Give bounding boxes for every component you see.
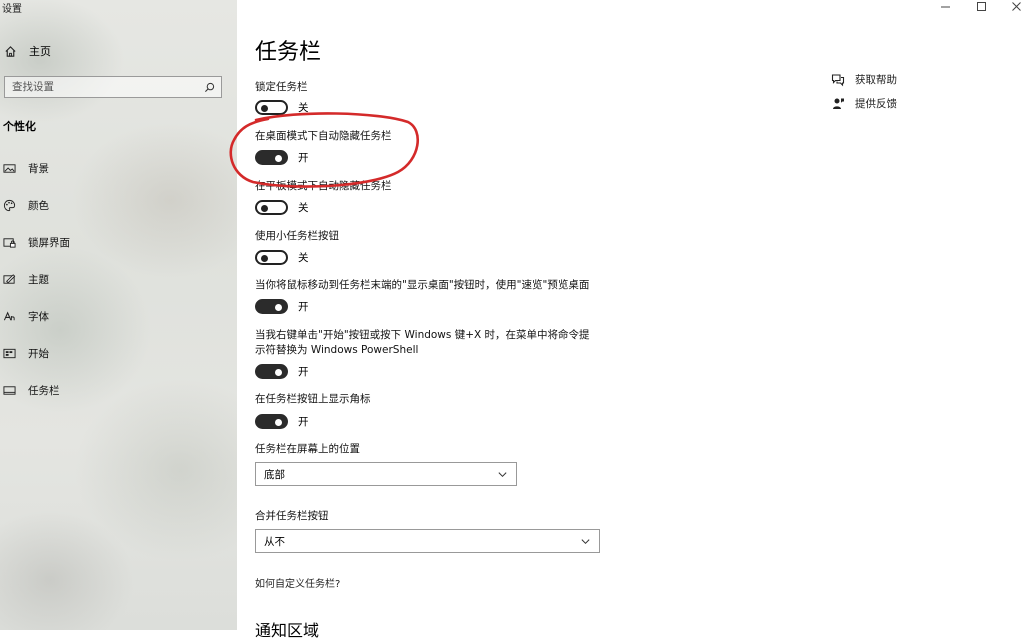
search-input[interactable] (12, 81, 192, 93)
position-dropdown[interactable]: 底部 (255, 462, 517, 486)
palette-icon (3, 199, 16, 212)
chevron-down-icon (498, 471, 507, 477)
toggle-switch-lock-taskbar[interactable] (255, 100, 288, 115)
maximize-button[interactable] (976, 1, 987, 15)
toggle-row-lock-taskbar: 关 (255, 100, 309, 115)
sidebar-item-lockscreen[interactable]: 锁屏界面 (3, 235, 70, 250)
toggle-state-label: 关 (298, 252, 309, 264)
sidebar-item-label: 主题 (28, 274, 49, 286)
sidebar-item-taskbar[interactable]: 任务栏 (3, 383, 60, 398)
theme-icon (3, 274, 16, 284)
feedback-link[interactable]: 提供反馈 (831, 96, 897, 111)
close-button[interactable] (1011, 1, 1022, 15)
setting-label-line: 示符替换为 Windows PowerShell (255, 344, 419, 356)
setting-label-position: 任务栏在屏幕上的位置 (255, 443, 360, 455)
toggle-switch-autohide-desktop[interactable] (255, 150, 288, 165)
toggle-row-autohide-desktop: 开 (255, 150, 309, 165)
help-chat-icon (831, 73, 845, 86)
sidebar-item-label: 背景 (28, 163, 49, 175)
toggle-row-peek: 开 (255, 299, 309, 314)
taskbar-icon (3, 386, 16, 395)
get-help-label: 获取帮助 (855, 74, 897, 86)
feedback-icon (833, 98, 844, 109)
customize-taskbar-link[interactable]: 如何自定义任务栏? (255, 575, 340, 590)
sidebar-item-themes[interactable]: 主题 (3, 272, 49, 287)
toggle-state-label: 开 (298, 416, 309, 428)
setting-label-small-buttons: 使用小任务栏按钮 (255, 230, 339, 242)
home-icon (5, 45, 16, 57)
feedback-label: 提供反馈 (855, 98, 897, 110)
app-title: 设置 (2, 4, 22, 15)
lockscreen-icon (3, 238, 16, 248)
sidebar-item-label: 开始 (28, 348, 49, 360)
sidebar-item-label: 颜色 (28, 200, 49, 212)
section-title-notification-area: 通知区域 (255, 621, 320, 640)
setting-label-peek: 当你将鼠标移动到任务栏末端的"显示桌面"按钮时，使用"速览"预览桌面 (255, 279, 590, 291)
sidebar-item-label: 任务栏 (28, 385, 60, 397)
toggle-switch-peek[interactable] (255, 299, 288, 314)
toggle-state-label: 开 (298, 152, 309, 164)
sidebar-item-fonts[interactable]: 字体 (3, 309, 49, 324)
setting-label-combine: 合并任务栏按钮 (255, 510, 329, 522)
toggle-row-small-buttons: 关 (255, 250, 309, 265)
close-icon (1012, 2, 1021, 11)
toggle-state-label: 开 (298, 301, 309, 313)
setting-label-powershell: 当我右键单击"开始"按钮或按下 Windows 键+X 时，在菜单中将命令提 示… (255, 328, 590, 358)
sidebar-item-background[interactable]: 背景 (3, 161, 49, 176)
toggle-switch-small-buttons[interactable] (255, 250, 288, 265)
section-label-personalization: 个性化 (3, 120, 36, 133)
setting-label-autohide-tablet: 在平板模式下自动隐藏任务栏 (255, 180, 392, 192)
sidebar-home-label: 主页 (29, 45, 51, 58)
get-help-link[interactable]: 获取帮助 (831, 72, 897, 87)
toggle-row-autohide-tablet: 关 (255, 200, 309, 215)
setting-label-badges: 在任务栏按钮上显示角标 (255, 393, 371, 405)
page-title: 任务栏 (255, 40, 322, 65)
toggle-row-powershell: 开 (255, 364, 309, 379)
sidebar-home[interactable]: 主页 (4, 43, 51, 59)
sidebar-item-start[interactable]: 开始 (3, 346, 49, 361)
setting-label-lock-taskbar: 锁定任务栏 (255, 81, 308, 93)
minimize-button[interactable] (940, 1, 951, 15)
search-icon[interactable] (204, 82, 215, 93)
font-icon (3, 311, 15, 321)
chevron-down-icon (581, 538, 590, 544)
sidebar-item-label: 锁屏界面 (28, 237, 70, 249)
sidebar-item-colors[interactable]: 颜色 (3, 198, 49, 213)
position-dropdown-value: 底部 (264, 468, 285, 481)
setting-label-autohide-desktop: 在桌面模式下自动隐藏任务栏 (255, 130, 392, 142)
toggle-switch-badges[interactable] (255, 414, 288, 429)
minimize-icon (941, 6, 950, 8)
sidebar-item-label: 字体 (28, 311, 49, 323)
toggle-state-label: 关 (298, 202, 309, 214)
toggle-row-badges: 开 (255, 414, 309, 429)
toggle-state-label: 关 (298, 102, 309, 114)
search-box[interactable] (4, 76, 222, 98)
setting-label-line: 当我右键单击"开始"按钮或按下 Windows 键+X 时，在菜单中将命令提 (255, 329, 590, 341)
toggle-switch-powershell[interactable] (255, 364, 288, 379)
sidebar: 设置 主页 个性化 背景 颜色 锁屏界面 主题 字体 开始 任务栏 (0, 0, 237, 630)
start-icon (3, 348, 16, 359)
picture-icon (3, 164, 16, 173)
toggle-state-label: 开 (298, 366, 309, 378)
combine-dropdown-value: 从不 (264, 535, 285, 548)
maximize-icon (977, 2, 986, 11)
toggle-switch-autohide-tablet[interactable] (255, 200, 288, 215)
combine-dropdown[interactable]: 从不 (255, 529, 600, 553)
